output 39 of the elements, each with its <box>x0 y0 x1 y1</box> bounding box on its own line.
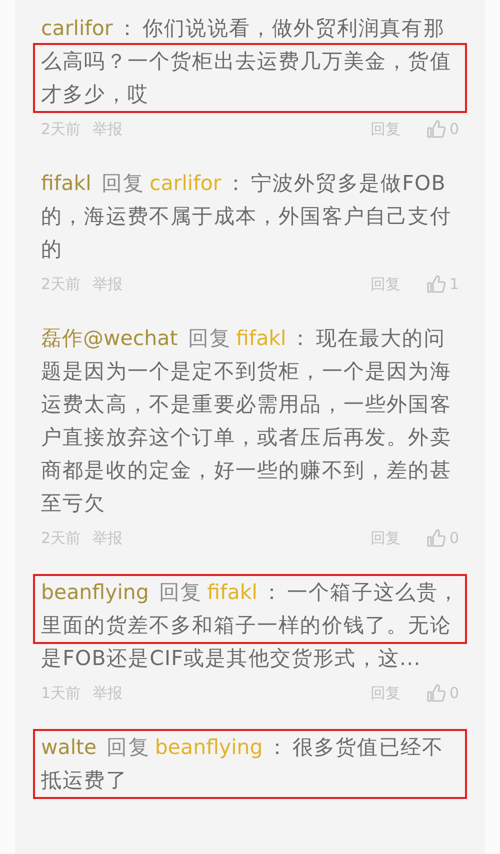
username-link[interactable]: fifakl <box>41 171 92 195</box>
username-link[interactable]: beanflying <box>41 580 149 604</box>
comment-text-line: 你们说说看，做外贸利润真有那 <box>142 16 445 40</box>
comment-text-line: 题是因为一个是定不到货柜，一个是因为海 <box>41 359 452 383</box>
username-link[interactable]: fifakl <box>207 580 258 604</box>
colon-mark: ： <box>225 171 247 195</box>
colon-mark: ： <box>116 16 138 40</box>
comment-text-line: 的 <box>41 237 63 261</box>
comment-text-line: 才多少，哎 <box>41 82 149 106</box>
comment-text-line: 的，海运费不属于成本，外国客户自己支付 <box>41 204 452 228</box>
username-link[interactable]: walte <box>41 735 97 759</box>
comment-text-line: 运费太高，不是重要必需用品，一些外国客 <box>41 392 452 416</box>
reply-label: 回复 <box>158 580 202 604</box>
comment-text-line: 宁波外贸多是做FOB <box>250 171 446 195</box>
thumbs-up-icon <box>426 119 446 139</box>
comment-text-line: 么高吗？一个货柜出去运费几万美金，货值 <box>41 49 452 73</box>
reply-label: 回复 <box>188 326 231 350</box>
username-link[interactable]: carlifor <box>149 171 222 195</box>
comment-text-line: 现在最大的问 <box>316 326 446 350</box>
thumbs-up-icon <box>426 274 446 294</box>
reply-label: 回复 <box>101 171 144 195</box>
comment-text-line: 很多货值已经不 <box>292 735 444 759</box>
username-link[interactable]: fifakl <box>236 326 286 350</box>
colon-mark: ： <box>266 735 288 759</box>
comment-text-line: 是FOB还是CIF或是其他交货形式，这... <box>41 646 421 670</box>
username-link[interactable]: beanflying <box>154 735 263 759</box>
username-link[interactable]: carlifor <box>41 16 113 40</box>
colon-mark: ： <box>261 580 284 604</box>
comment-text-line: 户直接放弃这个订单，或者压后再发。外卖 <box>41 425 452 449</box>
colon-mark: ： <box>290 326 312 350</box>
comment-text-line: 至亏欠 <box>41 491 106 515</box>
thumbs-up-icon <box>426 528 446 548</box>
reply-label: 回复 <box>106 735 150 759</box>
comment-text-line: 商都是收的定金，好一些的赚不到，差的甚 <box>41 458 452 482</box>
comment-text-line: 一个箱子这么贵， <box>287 580 460 604</box>
thumbs-up-icon <box>426 683 446 703</box>
comment-text-line: 里面的货差不多和箱子一样的价钱了。无论 <box>41 613 452 637</box>
comment-text-line: 抵运费了 <box>41 768 128 792</box>
username-link[interactable]: 磊作@wechat <box>41 326 178 350</box>
